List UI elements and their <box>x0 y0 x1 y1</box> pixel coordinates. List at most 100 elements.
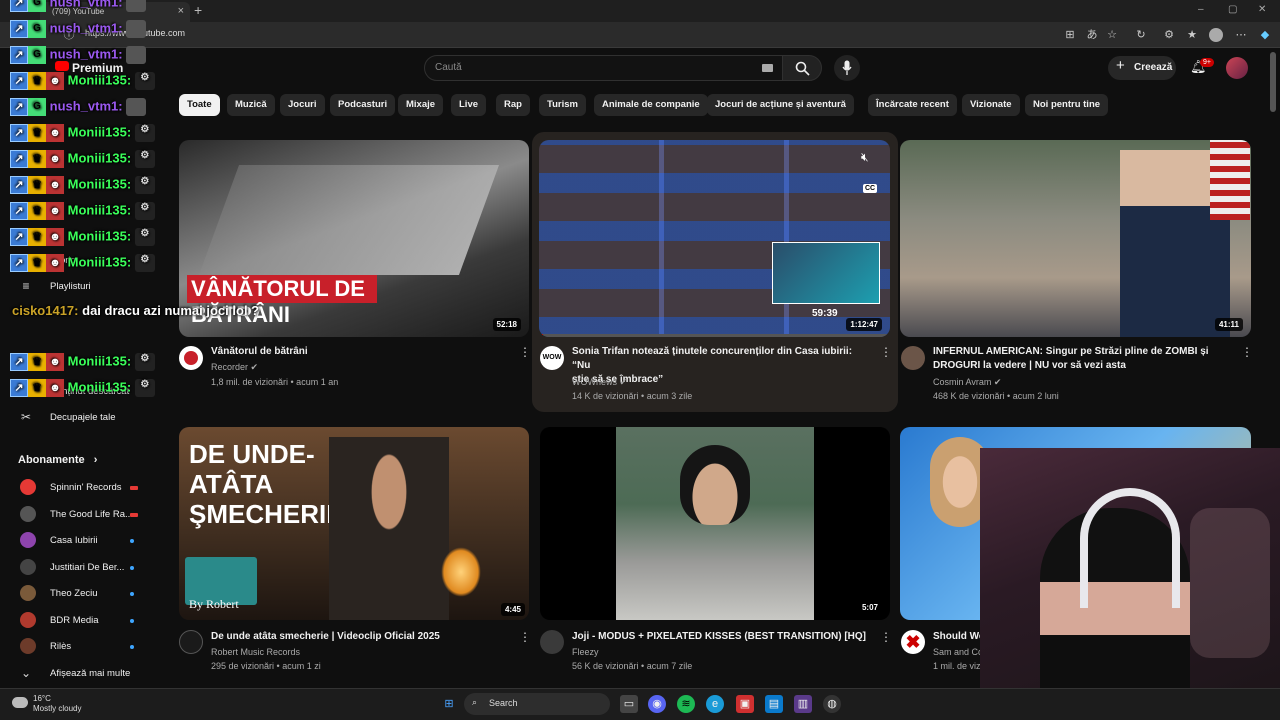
channel-name[interactable]: Robert Music Records <box>211 645 300 659</box>
close-tab-icon[interactable]: × <box>178 5 184 17</box>
hover-seek-time: 59:39 <box>812 308 838 319</box>
channel-name[interactable]: Recorder ✔ <box>211 360 258 374</box>
video-menu-icon[interactable]: ⋮ <box>880 345 892 359</box>
channel-avatar[interactable]: WOW <box>540 346 564 370</box>
close-window-icon[interactable]: ✕ <box>1258 4 1266 15</box>
subscription-item[interactable]: Justitiari De Ber... <box>10 558 160 579</box>
translate-icon[interactable]: あ <box>1085 28 1099 42</box>
favorites-icon[interactable]: ★ <box>1185 28 1199 42</box>
crown-icon: ♛ <box>28 176 46 194</box>
spotify-icon[interactable]: ≋ <box>677 695 695 713</box>
chip-8[interactable]: Animale de companie <box>594 94 708 116</box>
emote-icon <box>126 20 147 38</box>
chrome-icon[interactable]: ◍ <box>823 695 841 713</box>
subscription-item[interactable]: Theo Zeciu <box>10 585 160 605</box>
weather-widget[interactable]: 16°C Mostly cloudy <box>33 694 81 714</box>
emote-icon <box>126 98 147 116</box>
windows-start-icon[interactable]: ⊞ <box>440 695 458 713</box>
chat-message: ↗ ♛ ☻ Moniii135: ⚙ <box>10 202 155 224</box>
chip-7[interactable]: Turism <box>539 94 586 116</box>
store-icon[interactable]: ▤ <box>765 695 783 713</box>
channel-name[interactable]: Cosmin Avram ✔ <box>933 375 1001 389</box>
channel-avatar[interactable] <box>540 630 564 654</box>
channel-name[interactable]: Sam and Co <box>933 645 983 659</box>
minimize-icon[interactable]: – <box>1198 4 1204 15</box>
subscription-item[interactable]: The Good Life Ra... <box>10 505 160 526</box>
channel-avatar[interactable] <box>179 346 203 370</box>
video-title[interactable]: INFERNUL AMERICAN: Singur pe Străzi plin… <box>933 345 1238 373</box>
chip-12[interactable]: Noi pentru tine <box>1025 94 1109 116</box>
emote-icon: ⚙ <box>134 124 155 142</box>
task-view-icon[interactable]: ▭ <box>620 695 638 713</box>
obs-icon[interactable]: ▥ <box>794 695 812 713</box>
video-title[interactable]: De unde atâta smecherie | Videoclip Ofic… <box>211 630 511 644</box>
search-button[interactable] <box>782 55 822 81</box>
new-content-dot <box>130 618 134 623</box>
apps-icon[interactable]: ⊞ <box>1063 28 1077 42</box>
app-icon[interactable]: ▣ <box>736 695 754 713</box>
video-thumbnail[interactable]: 🔇︎ CC 59:39 1:12:47 <box>539 140 890 337</box>
maximize-icon[interactable]: ▢ <box>1228 4 1237 15</box>
video-title-text: De unde atâta smecherie | Videoclip Ofic… <box>211 631 440 642</box>
favorite-star-icon[interactable]: ☆ <box>1105 28 1119 42</box>
mute-icon[interactable]: 🔇︎ <box>861 150 869 165</box>
emote-icon <box>126 46 147 64</box>
video-menu-icon[interactable]: ⋮ <box>880 630 892 644</box>
video-menu-icon[interactable]: ⋮ <box>519 630 531 644</box>
chip-5[interactable]: Live <box>451 94 487 116</box>
chip-4[interactable]: Mixaje <box>398 94 444 116</box>
video-title[interactable]: Joji - MODUS + PIXELATED KISSES (BEST TR… <box>572 630 872 644</box>
chip-10[interactable]: Încărcate recent <box>868 94 957 116</box>
taskbar-search[interactable]: ⌕ Search <box>464 693 610 715</box>
new-tab-icon[interactable]: + <box>194 2 202 18</box>
chip-11[interactable]: Vizionate <box>962 94 1020 116</box>
profile-icon[interactable] <box>1209 28 1223 42</box>
chip-9[interactable]: Jocuri de acțiune și aventură <box>707 94 854 116</box>
extensions-icon[interactable]: ⚙ <box>1162 28 1176 42</box>
video-title[interactable]: Vânătorul de bătrâni <box>211 345 501 359</box>
refresh-icon[interactable]: ↻ <box>1134 28 1148 42</box>
channel-name-text: Recorder <box>211 362 249 372</box>
channel-avatar[interactable] <box>179 630 203 654</box>
video-menu-icon[interactable]: ⋮ <box>519 345 531 359</box>
headset-image <box>1080 488 1180 608</box>
subscriptions-title[interactable]: Abonamente › <box>18 454 97 466</box>
show-more-button[interactable]: ⌄ Afișează mai multe <box>10 665 160 685</box>
chip-2[interactable]: Jocuri <box>280 94 325 116</box>
copilot-icon[interactable]: ◆ <box>1258 28 1272 42</box>
subscription-item[interactable]: BDR Media <box>10 611 160 632</box>
channel-name[interactable]: WOWnews ✔ <box>572 375 627 389</box>
subscription-label: BDR Media <box>50 614 99 626</box>
captions-icon[interactable]: CC <box>863 184 878 193</box>
channel-avatar[interactable] <box>901 346 925 370</box>
edge-icon[interactable]: e <box>706 695 724 713</box>
video-title[interactable]: Should We <box>933 630 984 644</box>
subscription-item[interactable]: Rilès <box>10 638 160 658</box>
chip-3[interactable]: Podcasturi <box>330 94 396 116</box>
video-menu-icon[interactable]: ⋮ <box>1241 345 1253 359</box>
emote-icon: ☻ <box>46 202 64 220</box>
chip-1[interactable]: Muzică <box>227 94 275 116</box>
sidebar-item-1[interactable]: ≡ Playlisturi <box>10 278 160 298</box>
video-thumbnail[interactable]: 41:11 <box>900 140 1251 337</box>
search-input[interactable]: Caută <box>424 55 784 81</box>
subscription-item[interactable]: Casa Iubirii <box>10 532 160 552</box>
voice-search-button[interactable] <box>834 55 860 81</box>
channel-name[interactable]: Fleezy <box>572 645 599 659</box>
channel-avatar[interactable]: ✖ <box>901 630 925 654</box>
page-scrollbar[interactable] <box>1270 52 1276 112</box>
preview-progress-track[interactable] <box>539 334 890 337</box>
chip-0[interactable]: Toate <box>179 94 220 116</box>
create-button[interactable]: + Creează <box>1108 56 1176 80</box>
chat-message: ↗ G nush_vtm1: <box>10 20 147 42</box>
discord-icon[interactable]: ◉ <box>648 695 666 713</box>
video-thumbnail[interactable]: DE UNDE-ATÂTA ŞMECHERIE By Robert 4:45 <box>179 427 529 620</box>
sidebar-item-3[interactable]: ✂ Decupajele tale <box>10 409 160 429</box>
keyboard-icon[interactable] <box>762 64 773 72</box>
video-duration: 52:18 <box>492 318 521 331</box>
account-avatar[interactable] <box>1226 57 1248 79</box>
video-thumbnail[interactable]: 5:07 <box>540 427 890 620</box>
more-menu-icon[interactable]: ⋯ <box>1234 28 1248 42</box>
subscription-item[interactable]: Spinnin' Records <box>10 479 160 499</box>
chip-6[interactable]: Rap <box>496 94 530 116</box>
